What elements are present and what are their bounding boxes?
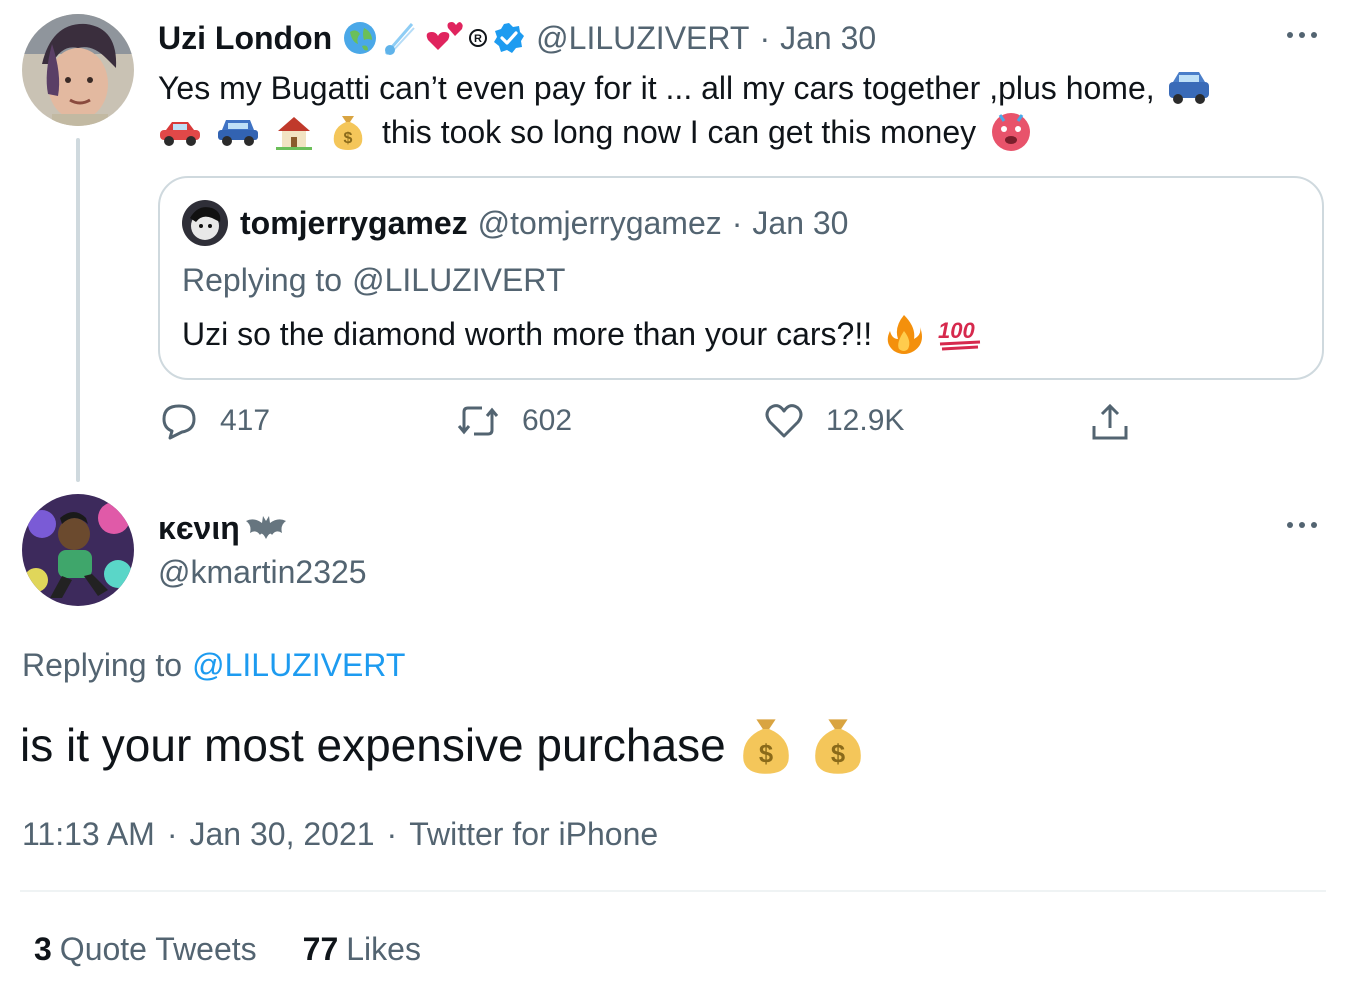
kevin-display-name[interactable]: κєνιη [158, 510, 240, 547]
retweet-count: 602 [522, 404, 573, 437]
stats-divider [20, 890, 1326, 892]
money-bag-icon: $ [814, 719, 861, 774]
quote-tweets-label: Quote Tweets [59, 930, 257, 967]
comet-icon [385, 23, 415, 55]
reply-icon [162, 404, 196, 440]
hearts-icon [426, 22, 463, 50]
quoted-replying-handle[interactable]: @LILUZIVERT [352, 262, 565, 299]
registered-icon: R [469, 29, 488, 47]
like-action[interactable]: 12.9K [764, 402, 904, 440]
likes-label: Likes [346, 930, 421, 967]
dot-separator: · [386, 815, 398, 852]
money-bag-icon: $ [742, 719, 789, 774]
svg-text:100: 100 [938, 318, 975, 343]
car-blue-icon [1168, 72, 1209, 104]
uzi-tweet-text-line2: this took so long now I can get this mon… [382, 113, 977, 150]
house-icon [276, 117, 312, 150]
kevin-handle[interactable]: @kmartin2325 [158, 552, 367, 592]
more-options-icon[interactable] [1287, 32, 1317, 38]
reply-count: 417 [220, 404, 271, 437]
retweet-action[interactable]: 602 [456, 402, 572, 440]
reply-source[interactable]: Twitter for iPhone [409, 816, 658, 853]
quoted-date[interactable]: Jan 30 [752, 205, 848, 242]
retweet-icon [457, 406, 499, 436]
quote-tweets-count: 3 [34, 930, 52, 967]
share-icon [1092, 403, 1128, 440]
dot-separator: · [759, 19, 771, 56]
reply-action[interactable]: 417 [160, 402, 270, 440]
globe-icon [344, 22, 377, 54]
svg-text:R: R [474, 33, 482, 45]
dot-separator: · [166, 815, 178, 852]
svg-text:$: $ [759, 741, 773, 769]
uzi-display-name[interactable]: Uzi London [158, 20, 332, 57]
like-count: 12.9K [826, 404, 905, 437]
quoted-tweet-text: Uzi so the diamond worth more than your … [182, 315, 873, 352]
dot-separator: · [731, 204, 743, 241]
verified-badge [494, 23, 525, 53]
car-red-icon [160, 122, 200, 146]
more-options-icon[interactable] [1287, 522, 1317, 528]
thread-connector-line [76, 138, 80, 482]
name-emoji-group: R [342, 20, 526, 56]
reply-date[interactable]: Jan 30, 2021 [189, 816, 374, 853]
bat-icon [245, 516, 286, 539]
likes-count: 77 [302, 930, 339, 967]
reply-replying-label: Replying to [22, 646, 183, 683]
uzi-tweet-date[interactable]: Jan 30 [780, 20, 876, 57]
hot-face-icon [992, 113, 1031, 151]
kevin-avatar[interactable] [22, 494, 134, 606]
quoted-handle[interactable]: @tomjerrygamez [478, 205, 722, 242]
share-action[interactable] [1090, 402, 1130, 442]
tomjerry-avatar[interactable] [182, 200, 228, 246]
uzi-tweet-text-line1: Yes my Bugatti can’t even pay for it ...… [158, 69, 1155, 106]
car-suv-icon [218, 120, 258, 146]
likes-stat[interactable]: 77 Likes [303, 931, 421, 968]
uzi-handle[interactable]: @LILUZIVERT [536, 20, 749, 57]
money-bag-icon: $ [333, 116, 363, 150]
reply-time[interactable]: 11:13 AM [22, 816, 155, 853]
svg-text:$: $ [831, 741, 845, 769]
uzi-avatar[interactable] [22, 14, 134, 126]
quoted-display-name[interactable]: tomjerrygamez [240, 205, 468, 242]
reply-tweet-text: is it your most expensive purchase [20, 719, 726, 771]
fire-icon [887, 315, 923, 354]
reply-replying-handle[interactable]: @LILUZIVERT [192, 647, 405, 684]
hundred-points-icon: 100 [938, 318, 981, 351]
heart-icon [765, 404, 803, 438]
quoted-replying-label: Replying to [182, 261, 343, 298]
quote-tweets-stat[interactable]: 3 Quote Tweets [34, 931, 257, 968]
svg-text:$: $ [344, 130, 353, 147]
